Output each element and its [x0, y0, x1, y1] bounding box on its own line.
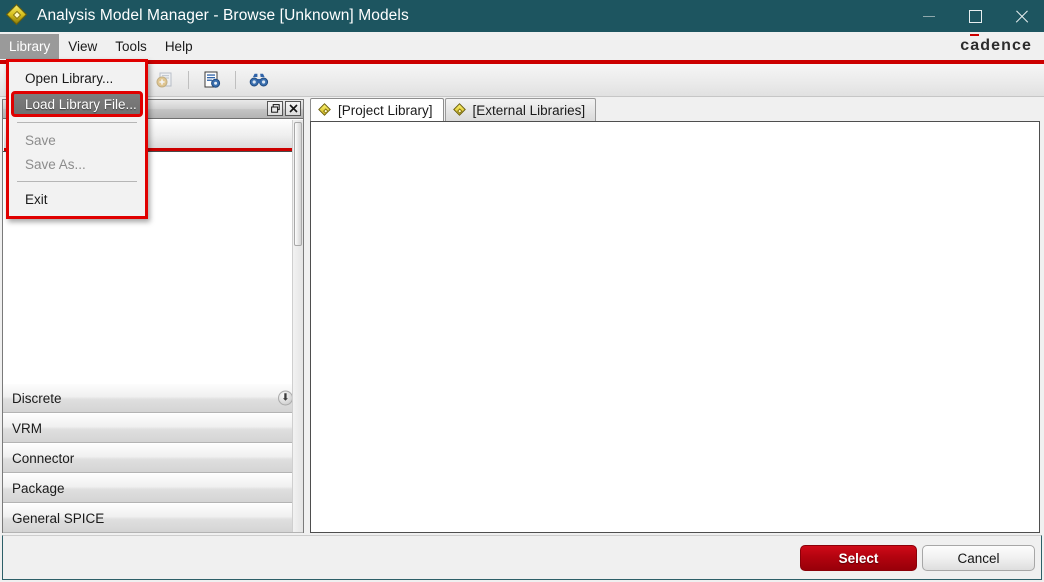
- add-library-button[interactable]: [150, 67, 180, 93]
- category-accordion: Discrete ⬇ VRM Connector Package General…: [3, 383, 303, 533]
- footer-bar: Select Cancel: [2, 535, 1042, 580]
- diamond-model-icon: [452, 103, 467, 117]
- category-label: VRM: [12, 420, 42, 436]
- menu-save-as[interactable]: Save As...: [9, 152, 145, 176]
- category-label: Package: [12, 480, 65, 496]
- minimize-icon: [923, 15, 935, 17]
- add-library-icon: [156, 72, 172, 88]
- model-properties-button[interactable]: [197, 67, 227, 93]
- library-tabstrip: [Project Library] [External Libraries]: [310, 97, 1040, 122]
- category-label: General SPICE: [12, 510, 105, 526]
- category-label: Connector: [12, 450, 75, 466]
- model-list-content-area[interactable]: [310, 121, 1040, 533]
- menu-exit[interactable]: Exit: [9, 187, 145, 211]
- toolbar-separator-2: [188, 71, 189, 89]
- cancel-button[interactable]: Cancel: [922, 545, 1035, 571]
- menu-separator-2: [17, 181, 137, 182]
- tab-label: [External Libraries]: [472, 103, 586, 118]
- tab-external-libraries[interactable]: [External Libraries]: [444, 98, 597, 122]
- close-panel-icon: [288, 104, 298, 113]
- maximize-button[interactable]: [952, 0, 998, 32]
- panel-window-buttons: [267, 101, 301, 116]
- panel-close-button[interactable]: [285, 101, 301, 116]
- close-icon: [1014, 9, 1029, 24]
- category-general-spice[interactable]: General SPICE: [3, 503, 303, 533]
- category-label: Discrete: [12, 390, 62, 406]
- tab-label: [Project Library]: [338, 103, 433, 118]
- menu-separator-1: [17, 122, 137, 123]
- tab-project-library[interactable]: [Project Library]: [310, 98, 444, 122]
- title-bar: Analysis Model Manager - Browse [Unknown…: [0, 0, 1044, 32]
- panel-vertical-scrollbar[interactable]: [292, 120, 303, 532]
- brand-pre: c: [960, 37, 971, 54]
- panel-restore-button[interactable]: [267, 101, 283, 116]
- category-package[interactable]: Package: [3, 473, 303, 503]
- minimize-button[interactable]: [906, 0, 952, 32]
- menu-item-view[interactable]: View: [59, 34, 106, 59]
- menu-item-tools[interactable]: Tools: [106, 34, 156, 59]
- brand-post: dence: [980, 37, 1032, 54]
- cadence-logo: cadence: [960, 37, 1032, 55]
- category-connector[interactable]: Connector: [3, 443, 303, 473]
- library-dropdown-menu: Open Library... Load Library File... Sav…: [6, 59, 148, 219]
- menu-item-library[interactable]: Library: [0, 33, 60, 59]
- binoculars-icon: [249, 73, 269, 87]
- menu-item-help[interactable]: Help: [156, 34, 202, 59]
- toolbar: [0, 63, 1044, 97]
- menu-bar: Library View Tools Help cadence: [0, 32, 1044, 60]
- close-button[interactable]: [998, 0, 1044, 32]
- category-discrete[interactable]: Discrete ⬇: [3, 383, 303, 413]
- menu-load-library-file[interactable]: Load Library File...: [11, 91, 143, 117]
- select-button[interactable]: Select: [800, 545, 917, 571]
- app-diamond-icon: [5, 3, 29, 27]
- maximize-icon: [968, 9, 982, 23]
- scrollbar-thumb[interactable]: [294, 122, 302, 246]
- find-button[interactable]: [244, 67, 274, 93]
- chevron-down-icon[interactable]: ⬇: [278, 390, 293, 406]
- restore-window-icon: [270, 104, 280, 113]
- menu-save[interactable]: Save: [9, 128, 145, 152]
- application-window: Analysis Model Manager - Browse [Unknown…: [0, 0, 1044, 582]
- menu-open-library[interactable]: Open Library...: [9, 66, 145, 90]
- brand-a: a: [970, 37, 981, 54]
- window-controls: [906, 0, 1044, 32]
- model-properties-icon: [204, 71, 221, 88]
- window-title: Analysis Model Manager - Browse [Unknown…: [37, 7, 409, 24]
- diamond-model-icon: [318, 103, 332, 117]
- toolbar-separator-3: [235, 71, 236, 89]
- category-vrm[interactable]: VRM: [3, 413, 303, 443]
